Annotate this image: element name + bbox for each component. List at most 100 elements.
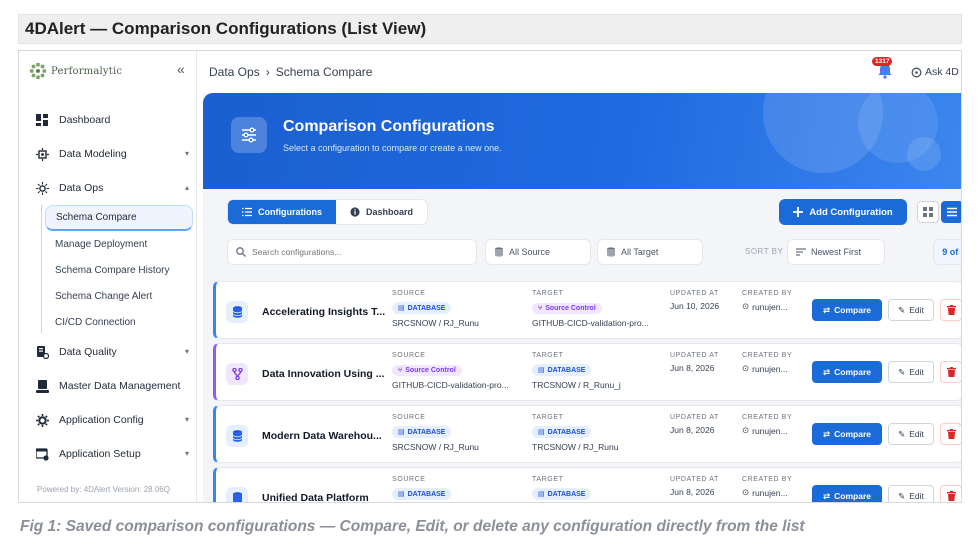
table-row[interactable]: Modern Data Warehou... SOURCE ▤ DATABASE … xyxy=(213,405,961,463)
target-filter-label: All Target xyxy=(621,247,659,257)
list-view-button[interactable] xyxy=(941,201,961,223)
tab-label: Dashboard xyxy=(366,207,414,217)
user-icon: ⊙ xyxy=(742,487,750,497)
edit-button[interactable]: ✎ Edit xyxy=(888,423,934,445)
updated-column: UPDATED AT Jun 8, 2026 xyxy=(670,414,719,435)
sidebar-item-application-setup[interactable]: Application Setup ▾ xyxy=(19,437,197,471)
chevron-down-icon: ▾ xyxy=(184,449,189,458)
view-mode-toggle xyxy=(917,201,961,223)
created-label: CREATED BY xyxy=(742,414,793,421)
updated-date: Jun 8, 2026 xyxy=(670,487,715,497)
sidebar-item-label: Data Quality xyxy=(59,346,117,358)
chevron-down-icon: ▾ xyxy=(184,149,189,158)
source-path: SRCSNOW / RJ_Runu xyxy=(392,442,479,452)
search-box[interactable] xyxy=(227,239,477,265)
sidebar-item-master-data-management[interactable]: Master Data Management xyxy=(19,369,197,403)
edit-button[interactable]: ✎ Edit xyxy=(888,299,934,321)
edit-button[interactable]: ✎ Edit xyxy=(888,485,934,502)
collapse-sidebar-icon[interactable]: « xyxy=(177,61,185,77)
git-branch-icon: ⑂ xyxy=(398,367,403,374)
compare-label: Compare xyxy=(834,491,871,501)
target-type-text: Source Control xyxy=(545,305,596,312)
created-by-name: runujen... xyxy=(752,363,788,374)
source-label: SOURCE xyxy=(392,414,426,421)
target-filter-select[interactable]: All Target xyxy=(597,239,703,265)
source-column: SOURCE ⑂ Source Control GITHUB-CICD-valid… xyxy=(392,352,509,390)
brand[interactable]: Performalytic xyxy=(29,61,122,81)
delete-button[interactable] xyxy=(940,485,961,502)
pencil-icon: ✎ xyxy=(898,366,906,377)
target-type-badge: ▤ DATABASE xyxy=(532,364,592,376)
sidebar-item-data-modeling[interactable]: Data Modeling ▾ xyxy=(19,137,197,171)
data-ops-submenu: Schema Compare Manage Deployment Schema … xyxy=(19,205,197,335)
configuration-list: Accelerating Insights T... SOURCE ▤ DATAB… xyxy=(213,281,961,502)
delete-button[interactable] xyxy=(940,423,961,445)
sliders-icon xyxy=(231,117,267,153)
created-by: ⊙ runujen... xyxy=(742,301,792,312)
table-row[interactable]: Data Innovation Using ... SOURCE ⑂ Source… xyxy=(213,343,961,401)
compare-icon: ⇄ xyxy=(823,304,831,315)
sidebar-subitem-cicd-connection[interactable]: CI/CD Connection xyxy=(19,309,197,335)
delete-button[interactable] xyxy=(940,361,961,383)
source-label: SOURCE xyxy=(392,476,426,483)
ask-4d-button[interactable]: Ask 4D xyxy=(911,66,959,78)
table-row[interactable]: Unified Data Platform SOURCE ▤ DATABASE T… xyxy=(213,467,961,502)
sidebar-subitem-schema-change-alert[interactable]: Schema Change Alert xyxy=(19,283,197,309)
search-input[interactable] xyxy=(252,247,472,257)
compare-button[interactable]: ⇄ Compare xyxy=(812,423,882,445)
source-type-badge: ▤ DATABASE xyxy=(392,426,452,438)
compare-button[interactable]: ⇄ Compare xyxy=(812,485,882,502)
compare-button[interactable]: ⇄ Compare xyxy=(812,361,882,383)
source-type-badge: ⑂ Source Control xyxy=(392,365,462,376)
sidebar-item-label: Application Config xyxy=(59,414,144,426)
sidebar-item-dashboard[interactable]: Dashboard xyxy=(19,103,197,137)
delete-button[interactable] xyxy=(940,299,961,321)
compare-button[interactable]: ⇄ Compare xyxy=(812,299,882,321)
sidebar-item-application-config[interactable]: Application Config ▾ xyxy=(19,403,197,437)
updated-date: Jun 8, 2026 xyxy=(670,425,715,435)
chevron-down-icon: ▾ xyxy=(184,347,189,356)
sidebar-subitem-schema-compare-history[interactable]: Schema Compare History xyxy=(19,257,197,283)
source-type-badge: ▤ DATABASE xyxy=(392,302,452,314)
database-icon xyxy=(226,425,248,447)
breadcrumb-data-ops[interactable]: Data Ops xyxy=(209,65,260,79)
configuration-name: Modern Data Warehou... xyxy=(262,430,382,442)
target-column: TARGET ▤ DATABASE TRCSNOW / RJ_Runu xyxy=(532,414,618,452)
source-filter-select[interactable]: All Source xyxy=(485,239,591,265)
compare-label: Compare xyxy=(834,429,871,439)
tab-dashboard[interactable]: Dashboard xyxy=(336,200,427,224)
list-icon xyxy=(947,207,957,217)
sidebar-subitem-manage-deployment[interactable]: Manage Deployment xyxy=(19,231,197,257)
source-column: SOURCE ▤ DATABASE xyxy=(392,476,452,501)
sidebar-item-data-ops[interactable]: Data Ops ▴ xyxy=(19,171,197,205)
created-by: ⊙ runujen... xyxy=(742,363,792,374)
sort-select[interactable]: Newest First xyxy=(787,239,885,265)
source-type-text: DATABASE xyxy=(407,304,446,312)
top-bar: Data Ops › Schema Compare 1317 Ask 4D xyxy=(197,51,961,93)
edit-label: Edit xyxy=(909,491,924,501)
breadcrumb-separator-icon: › xyxy=(265,65,270,79)
grid-icon xyxy=(923,207,933,217)
sidebar-item-data-quality[interactable]: Data Quality ▾ xyxy=(19,335,197,369)
source-filter-label: All Source xyxy=(509,247,551,257)
database-icon: ▤ xyxy=(538,491,545,498)
user-icon: ⊙ xyxy=(742,301,750,311)
table-row[interactable]: Accelerating Insights T... SOURCE ▤ DATAB… xyxy=(213,281,961,339)
compare-label: Compare xyxy=(834,367,871,377)
grid-view-button[interactable] xyxy=(917,201,939,223)
database-icon xyxy=(495,247,503,257)
edit-button[interactable]: ✎ Edit xyxy=(888,361,934,383)
tab-configurations[interactable]: Configurations xyxy=(228,200,336,224)
source-label: SOURCE xyxy=(392,290,426,297)
target-type-badge: ⑂ Source Control xyxy=(532,303,602,314)
target-column: TARGET ▤ DATABASE TRCSNOW / R_Runu_j xyxy=(532,352,621,390)
plus-icon xyxy=(793,207,804,217)
dashboard-icon xyxy=(35,113,49,127)
main-content: Comparison Configurations Select a confi… xyxy=(203,93,961,502)
figure-caption: Fig 1: Saved comparison configurations —… xyxy=(20,518,805,535)
compare-label: Compare xyxy=(834,305,871,315)
add-configuration-button[interactable]: Add Configuration xyxy=(779,199,907,225)
sidebar-subitem-schema-compare[interactable]: Schema Compare xyxy=(45,205,193,231)
brand-name: Performalytic xyxy=(51,65,123,77)
created-label: CREATED BY xyxy=(742,290,793,297)
